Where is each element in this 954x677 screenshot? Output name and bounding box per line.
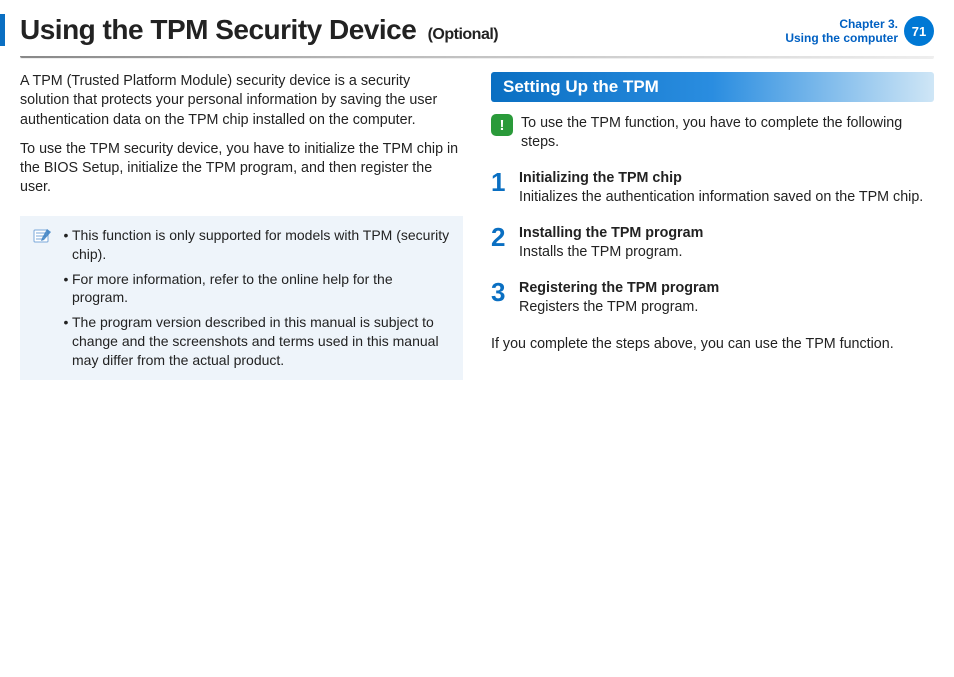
- intro-paragraph-1: A TPM (Trusted Platform Module) security…: [20, 72, 463, 130]
- note-text: This function is only supported for mode…: [72, 226, 451, 264]
- intro-paragraph-2: To use the TPM security device, you have…: [20, 140, 463, 198]
- page-number-badge: 71: [904, 16, 934, 46]
- note-icon-spacer: [32, 271, 56, 289]
- header-right: Chapter 3. Using the computer 71: [785, 16, 934, 46]
- alert-icon: !: [491, 114, 513, 136]
- step-title: Installing the TPM program: [519, 224, 934, 243]
- step-item: 1 Initializing the TPM chip Initializes …: [491, 169, 934, 206]
- step-item: 3 Registering the TPM program Registers …: [491, 279, 934, 316]
- step-number: 3: [491, 279, 519, 305]
- alert-text: To use the TPM function, you have to com…: [521, 114, 934, 151]
- page-header: Using the TPM Security Device (Optional)…: [0, 0, 954, 50]
- bullet-icon: •: [60, 270, 72, 308]
- step-title: Initializing the TPM chip: [519, 169, 934, 188]
- right-column: Setting Up the TPM ! To use the TPM func…: [491, 72, 934, 380]
- chapter-line-2: Using the computer: [785, 31, 898, 45]
- step-body: Registering the TPM program Registers th…: [519, 279, 934, 316]
- step-desc: Installs the TPM program.: [519, 243, 934, 262]
- closing-paragraph: If you complete the steps above, you can…: [491, 335, 934, 354]
- section-heading: Setting Up the TPM: [491, 72, 934, 102]
- content-columns: A TPM (Trusted Platform Module) security…: [0, 58, 954, 380]
- left-column: A TPM (Trusted Platform Module) security…: [20, 72, 463, 380]
- note-item: • The program version described in this …: [32, 313, 451, 370]
- alert-row: ! To use the TPM function, you have to c…: [491, 114, 934, 151]
- step-body: Initializing the TPM chip Initializes th…: [519, 169, 934, 206]
- step-number: 2: [491, 224, 519, 250]
- note-item: • For more information, refer to the onl…: [32, 270, 451, 308]
- page-title: Using the TPM Security Device (Optional): [20, 14, 498, 46]
- memo-icon: [32, 227, 56, 245]
- step-item: 2 Installing the TPM program Installs th…: [491, 224, 934, 261]
- bullet-icon: •: [60, 313, 72, 370]
- step-desc: Initializes the authentication informati…: [519, 188, 934, 207]
- document-page: Using the TPM Security Device (Optional)…: [0, 0, 954, 677]
- step-body: Installing the TPM program Installs the …: [519, 224, 934, 261]
- step-number: 1: [491, 169, 519, 195]
- step-title: Registering the TPM program: [519, 279, 934, 298]
- step-desc: Registers the TPM program.: [519, 298, 934, 317]
- bullet-icon: •: [60, 226, 72, 264]
- chapter-line-1: Chapter 3.: [785, 17, 898, 31]
- page-title-text: Using the TPM Security Device: [20, 14, 416, 45]
- page-title-suffix: (Optional): [428, 26, 499, 43]
- note-icon-spacer: [32, 314, 56, 332]
- note-box: • This function is only supported for mo…: [20, 216, 463, 380]
- chapter-block: Chapter 3. Using the computer: [785, 17, 898, 46]
- note-text: The program version described in this ma…: [72, 313, 451, 370]
- note-item: • This function is only supported for mo…: [32, 226, 451, 264]
- note-text: For more information, refer to the onlin…: [72, 270, 451, 308]
